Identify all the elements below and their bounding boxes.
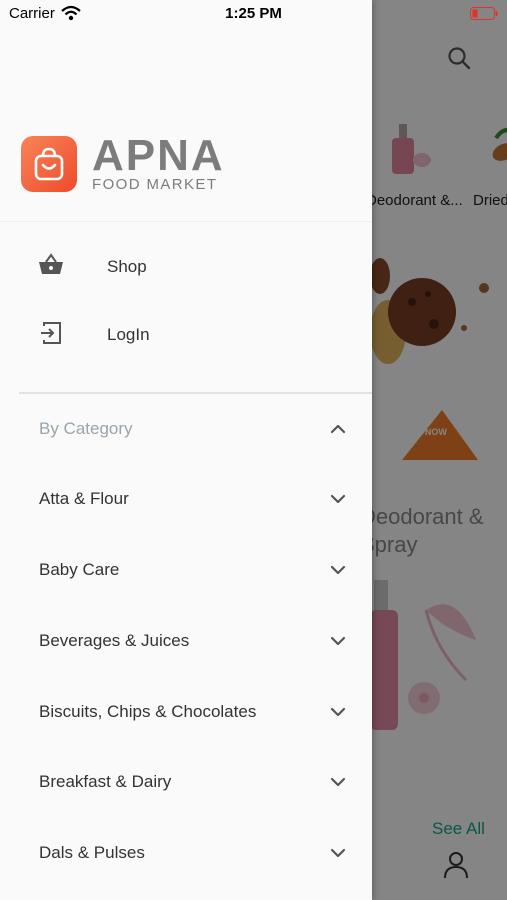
navigation-drawer: APNA FOOD MARKET Shop LogIn By Category … xyxy=(0,0,372,900)
menu-label-shop: Shop xyxy=(107,257,147,276)
chevron-down-icon xyxy=(330,777,346,787)
status-bar: Carrier 1:25 PM xyxy=(0,0,507,28)
basket-icon xyxy=(39,253,63,274)
category-item-dals-pulses[interactable]: Dals & Pulses xyxy=(0,828,372,878)
chevron-down-icon xyxy=(330,707,346,717)
shopping-bag-icon xyxy=(34,147,64,181)
category-label: Baby Care xyxy=(39,560,120,579)
category-label: Breakfast & Dairy xyxy=(39,772,172,791)
category-section-toggle[interactable]: By Category xyxy=(0,408,372,450)
brand-name: APNA xyxy=(92,131,225,180)
login-icon xyxy=(41,322,61,344)
chevron-down-icon xyxy=(330,848,346,858)
menu-item-login[interactable]: LogIn xyxy=(0,304,372,364)
battery-icon xyxy=(470,7,498,20)
chevron-up-icon xyxy=(330,424,346,434)
drawer-scrim[interactable] xyxy=(372,0,507,900)
category-label: Dals & Pulses xyxy=(39,843,145,862)
category-label: Beverages & Juices xyxy=(39,631,190,650)
category-item-biscuits-chips-chocolates[interactable]: Biscuits, Chips & Chocolates xyxy=(0,687,372,737)
chevron-down-icon xyxy=(330,565,346,575)
chevron-down-icon xyxy=(330,494,346,504)
brand-subtitle: FOOD MARKET xyxy=(92,176,218,193)
category-label: Atta & Flour xyxy=(39,489,129,508)
clock: 1:25 PM xyxy=(225,5,282,22)
category-label: Biscuits, Chips & Chocolates xyxy=(39,702,257,721)
chevron-down-icon xyxy=(330,636,346,646)
category-item-breakfast-dairy[interactable]: Breakfast & Dairy xyxy=(0,757,372,807)
app-logo xyxy=(21,136,77,192)
category-header-label: By Category xyxy=(39,419,133,438)
category-item-baby-care[interactable]: Baby Care xyxy=(0,545,372,595)
category-item-beverages-juices[interactable]: Beverages & Juices xyxy=(0,616,372,666)
menu-item-shop[interactable]: Shop xyxy=(0,236,372,296)
category-item-atta-flour[interactable]: Atta & Flour xyxy=(0,474,372,524)
divider xyxy=(0,221,372,222)
menu-label-login: LogIn xyxy=(107,325,150,344)
divider xyxy=(19,392,372,394)
